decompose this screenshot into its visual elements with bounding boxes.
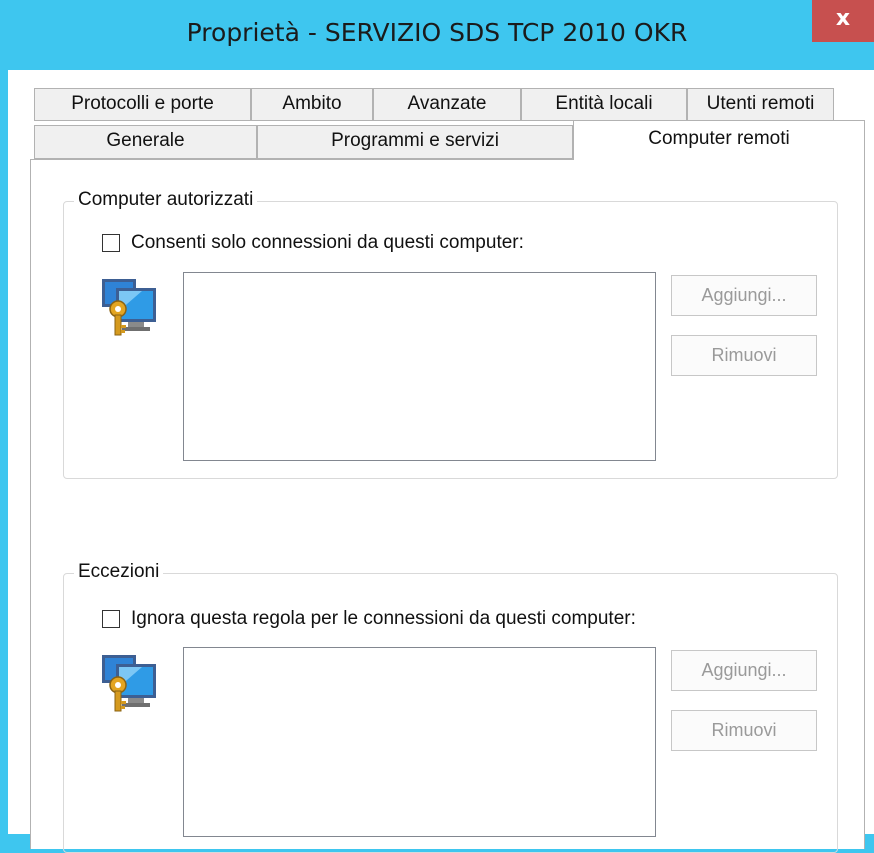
tab-avanzate[interactable]: Avanzate bbox=[373, 88, 521, 121]
title-bar[interactable]: Proprietà - SERVIZIO SDS TCP 2010 OKR x bbox=[0, 0, 874, 78]
tab-ambito[interactable]: Ambito bbox=[251, 88, 373, 121]
authorized-computers-label: Computer autorizzati bbox=[74, 188, 258, 212]
tab-pane-computer-remoti: Computer autorizzati Consenti solo conne… bbox=[30, 159, 865, 853]
remote-computer-key-icon bbox=[102, 655, 156, 712]
authorized-only-checkbox-row[interactable]: Consenti solo connessioni da questi comp… bbox=[102, 232, 524, 254]
authorized-computers-group: Computer autorizzati Consenti solo conne… bbox=[63, 188, 838, 479]
exceptions-remove-button[interactable]: Rimuovi bbox=[671, 710, 817, 751]
dialog-client-area: Protocolli e porte Ambito Avanzate Entit… bbox=[8, 70, 874, 853]
authorized-remove-button[interactable]: Rimuovi bbox=[671, 335, 817, 376]
tab-protocolli-e-porte[interactable]: Protocolli e porte bbox=[34, 88, 251, 121]
exceptions-checkbox-row[interactable]: Ignora questa regola per le connessioni … bbox=[102, 608, 636, 630]
exceptions-list[interactable] bbox=[183, 647, 656, 837]
authorized-computers-list[interactable] bbox=[183, 272, 656, 461]
exceptions-group: Eccezioni Ignora questa regola per le co… bbox=[63, 560, 838, 853]
tab-entita-locali[interactable]: Entità locali bbox=[521, 88, 687, 121]
authorized-only-checkbox[interactable] bbox=[102, 234, 120, 252]
tab-utenti-remoti[interactable]: Utenti remoti bbox=[687, 88, 834, 121]
authorized-add-button[interactable]: Aggiungi... bbox=[671, 275, 817, 316]
tab-computer-remoti[interactable]: Computer remoti bbox=[573, 120, 865, 160]
close-icon: x bbox=[835, 6, 851, 31]
authorized-only-label: Consenti solo connessioni da questi comp… bbox=[131, 232, 524, 253]
exceptions-checkbox-label: Ignora questa regola per le connessioni … bbox=[131, 608, 636, 629]
exceptions-add-button[interactable]: Aggiungi... bbox=[671, 650, 817, 691]
window-title: Proprietà - SERVIZIO SDS TCP 2010 OKR bbox=[186, 18, 688, 47]
tab-generale[interactable]: Generale bbox=[34, 125, 257, 159]
exceptions-label: Eccezioni bbox=[74, 560, 164, 584]
close-button[interactable]: x bbox=[812, 0, 874, 42]
tab-programmi-e-servizi[interactable]: Programmi e servizi bbox=[257, 125, 573, 159]
remote-computer-key-icon bbox=[102, 279, 156, 336]
exceptions-checkbox[interactable] bbox=[102, 610, 120, 628]
